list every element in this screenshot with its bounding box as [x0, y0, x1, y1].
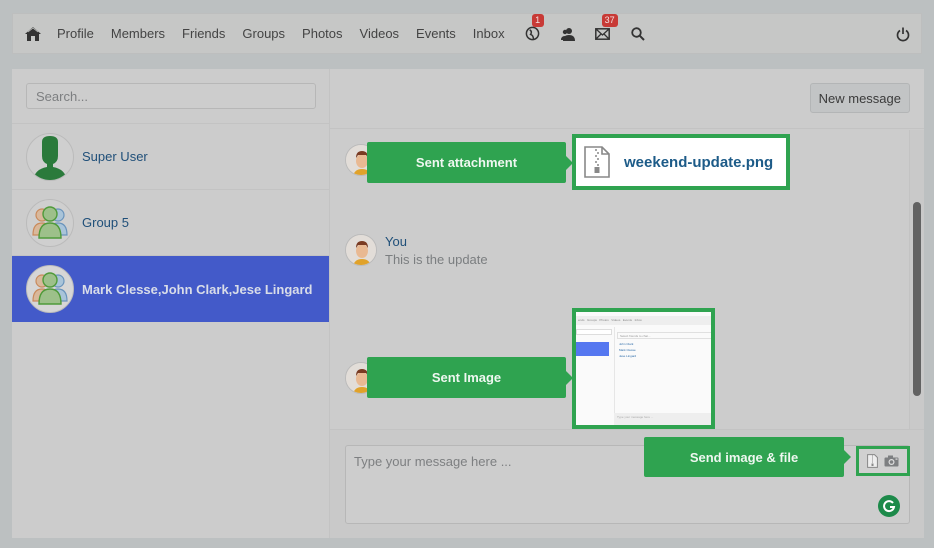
attachment-file[interactable]: weekend-update.png	[572, 134, 790, 190]
conversation-search-input[interactable]	[26, 83, 316, 109]
message-scrollbar[interactable]	[910, 130, 924, 429]
conversation-sidebar: Super User Group 5 Mar	[12, 69, 330, 538]
search-container	[12, 69, 329, 124]
group-icon	[32, 272, 68, 305]
thumb-nav-item: ends	[578, 318, 585, 322]
avatar	[26, 132, 74, 181]
nav-friends[interactable]: Friends	[182, 26, 225, 41]
messages-badge: 37	[601, 13, 618, 27]
group-icon	[32, 205, 68, 239]
search-icon	[630, 26, 645, 41]
notifications-button[interactable]: 1	[522, 13, 544, 45]
nav-profile[interactable]: Profile	[57, 26, 94, 41]
search-button[interactable]	[627, 23, 649, 45]
contact-name: Super User	[82, 149, 148, 164]
nav-members[interactable]: Members	[111, 26, 165, 41]
nav-events[interactable]: Events	[416, 26, 456, 41]
top-navbar: Profile Members Friends Groups Photos Vi…	[12, 13, 922, 54]
envelope-icon	[595, 27, 611, 40]
home-icon[interactable]	[23, 24, 43, 44]
attachment-buttons	[856, 446, 910, 476]
attachment-file-name: weekend-update.png	[624, 153, 774, 171]
power-icon	[896, 27, 910, 41]
nav-photos[interactable]: Photos	[302, 26, 342, 41]
thumbnail-active-contact	[576, 342, 609, 356]
friends-icon	[560, 27, 575, 41]
conversation-item[interactable]: Super User	[12, 124, 329, 190]
message-text: This is the update	[385, 252, 488, 267]
sent-image-callout: Sent Image	[367, 357, 573, 398]
thumb-nav-item: Photos	[599, 318, 609, 322]
chat-panel: New message Sent attachment weekend-upda…	[330, 69, 924, 538]
messages-button[interactable]: 37	[592, 13, 618, 45]
nav-groups[interactable]: Groups	[242, 26, 285, 41]
thumbnail-navbar: ends Groups Photos Videos Events Inbox	[576, 316, 711, 325]
contact-name: Group 5	[82, 215, 129, 230]
avatar	[26, 265, 74, 313]
thumb-nav-item: Videos	[611, 318, 621, 322]
thumbnail-search	[576, 329, 612, 335]
nav-videos[interactable]: Videos	[360, 26, 400, 41]
camera-icon[interactable]	[884, 455, 899, 467]
message-sender[interactable]: You	[385, 234, 407, 249]
send-image-file-callout: Send image & file	[644, 437, 851, 477]
sent-image-thumbnail[interactable]: ends Groups Photos Videos Events Inbox S…	[572, 308, 715, 429]
avatar	[26, 198, 74, 247]
file-zip-icon	[584, 146, 610, 178]
sent-attachment-callout: Sent attachment	[367, 142, 573, 183]
thumbnail-composer: Type your message here ...	[614, 413, 711, 425]
sender-avatar	[345, 234, 377, 266]
logout-button[interactable]	[893, 24, 913, 44]
message-composer: Send image & file	[330, 429, 924, 538]
conversation-item-active[interactable]: Mark Clesse,John Clark,Jese Lingard	[12, 256, 329, 322]
friend-requests-button[interactable]	[557, 23, 579, 45]
notifications-badge: 1	[531, 13, 544, 27]
file-zip-icon[interactable]	[867, 454, 878, 468]
user-silhouette-icon	[33, 135, 67, 180]
globe-icon	[525, 26, 540, 41]
contact-name: Mark Clesse,John Clark,Jese Lingard	[82, 281, 313, 297]
thumb-nav-item: Events	[622, 318, 633, 322]
thumb-nav-item: Inbox	[634, 318, 642, 322]
message-list: Sent attachment weekend-update.png You T…	[330, 130, 910, 429]
thumbnail-divider	[614, 327, 615, 425]
nav-inbox[interactable]: Inbox	[473, 26, 505, 41]
thumb-nav-item: Groups	[587, 318, 597, 322]
thumbnail-friend-search: Select friends to chat...	[617, 332, 711, 339]
new-message-button[interactable]: New message	[809, 83, 910, 113]
thumbnail-friend-list: John Clark Mark Clesse Jese Lingard	[619, 341, 636, 359]
chat-header: New message	[330, 69, 924, 129]
thumb-friend: Jese Lingard	[619, 354, 637, 358]
conversation-item[interactable]: Group 5	[12, 190, 329, 256]
grammarly-icon[interactable]	[878, 495, 900, 517]
scrollbar-thumb[interactable]	[913, 202, 921, 396]
